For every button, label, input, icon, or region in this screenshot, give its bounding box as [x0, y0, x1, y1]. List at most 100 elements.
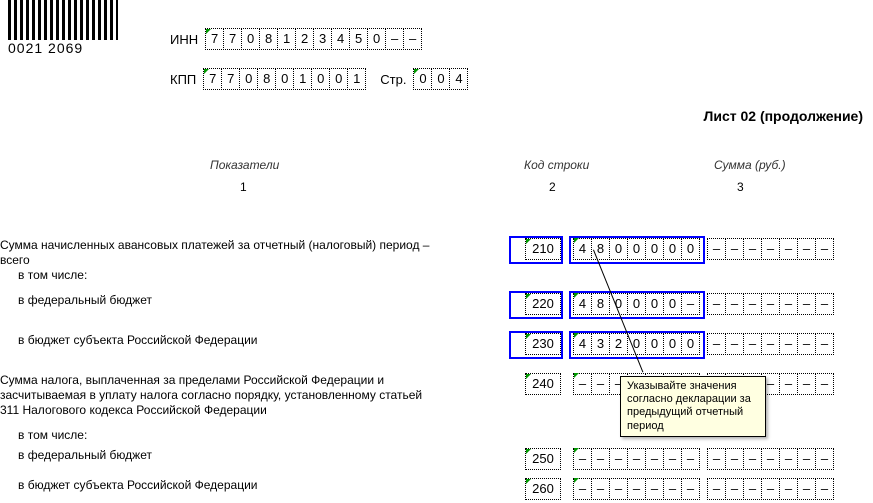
cell: –: [797, 333, 816, 355]
header-sum: Сумма (руб.): [714, 158, 786, 172]
cell: –: [743, 238, 762, 260]
cell: 7: [221, 68, 240, 90]
cell: –: [645, 448, 664, 470]
cell: 7: [203, 68, 222, 90]
cell: –: [725, 448, 744, 470]
cell: –: [573, 373, 592, 395]
row-label: Сумма налога, выплаченная за пределами Р…: [0, 373, 440, 418]
cell: –: [591, 373, 610, 395]
cell: –: [743, 478, 762, 500]
cell: –: [681, 448, 700, 470]
cell: –: [815, 448, 834, 470]
row-label: Сумма начисленных авансовых платежей за …: [0, 238, 440, 268]
cell: –: [797, 293, 816, 315]
page-cells: 004: [414, 68, 468, 90]
sheet-title: Лист 02 (продолжение): [704, 108, 863, 124]
cell: –: [815, 333, 834, 355]
cell: 1: [293, 68, 312, 90]
cell: 0: [275, 68, 294, 90]
sum-wrap: ––––––––––––––: [574, 448, 834, 470]
cell: –: [743, 448, 762, 470]
cell: –: [761, 478, 780, 500]
highlight-sum-210: [569, 236, 705, 264]
row-label: в бюджет субъекта Российской Федерации: [0, 333, 267, 348]
cell: 7: [223, 28, 242, 50]
cell: 3: [313, 28, 332, 50]
cell: –: [573, 478, 592, 500]
cell: 0: [413, 68, 432, 90]
cell: 0: [239, 68, 258, 90]
cell: –: [627, 448, 646, 470]
subheader-1: 1: [240, 180, 247, 194]
row-label: в бюджет субъекта Российской Федерации: [0, 478, 267, 493]
cell: –: [779, 333, 798, 355]
highlight-code-220: [509, 291, 563, 319]
cell: –: [645, 478, 664, 500]
cell: –: [681, 478, 700, 500]
cell: –: [743, 293, 762, 315]
cell: 0: [311, 68, 330, 90]
row-label: в том числе:: [0, 268, 97, 283]
cell: –: [725, 238, 744, 260]
cell: –: [761, 448, 780, 470]
header-indicators: Показатели: [210, 158, 279, 172]
cell: –: [761, 293, 780, 315]
header-code: Код строки: [524, 158, 589, 172]
cell: –: [797, 373, 816, 395]
cell: –: [663, 478, 682, 500]
barcode-image: [8, 0, 118, 40]
cell: 0: [367, 28, 386, 50]
cell: –: [797, 238, 816, 260]
subheader-2: 2: [549, 180, 556, 194]
cell: –: [609, 478, 628, 500]
cell: –: [743, 333, 762, 355]
subheader-3: 3: [737, 180, 744, 194]
cell: –: [403, 28, 422, 50]
cell: 2: [295, 28, 314, 50]
cell: –: [707, 448, 726, 470]
cell: 5: [349, 28, 368, 50]
cell: –: [779, 448, 798, 470]
cell: –: [761, 333, 780, 355]
cell: –: [797, 478, 816, 500]
line-code: 240: [525, 373, 561, 395]
cell: –: [573, 448, 592, 470]
cell: –: [591, 448, 610, 470]
cell: –: [663, 448, 682, 470]
cell: –: [385, 28, 404, 50]
barcode-block: 0021 2069: [8, 0, 118, 56]
row-label: в том числе:: [0, 428, 97, 443]
cell: 4: [331, 28, 350, 50]
kpp-label: КПП: [170, 72, 196, 87]
cell: –: [725, 333, 744, 355]
cell: –: [761, 238, 780, 260]
cell: –: [797, 448, 816, 470]
cell: –: [707, 238, 726, 260]
line-code: 250: [525, 448, 561, 470]
cell: –: [609, 448, 628, 470]
highlight-code-230: [509, 331, 563, 359]
cell: –: [815, 293, 834, 315]
cell: 8: [259, 28, 278, 50]
cell: –: [779, 478, 798, 500]
cell: 1: [277, 28, 296, 50]
row-label: в федеральный бюджет: [0, 448, 162, 463]
cell: –: [779, 238, 798, 260]
page-label: Стр.: [380, 72, 406, 87]
cell: 0: [241, 28, 260, 50]
inn-label: ИНН: [170, 32, 198, 47]
cell: –: [707, 333, 726, 355]
highlight-sum-230: [569, 331, 705, 359]
inn-cells: 7708123450––: [206, 28, 422, 50]
cell: –: [779, 373, 798, 395]
row-label: в федеральный бюджет: [0, 293, 162, 308]
kpp-cells: 770801001: [204, 68, 366, 90]
highlight-sum-220: [569, 291, 705, 319]
cell: 7: [205, 28, 224, 50]
cell: –: [707, 293, 726, 315]
cell: –: [627, 478, 646, 500]
cell: –: [779, 293, 798, 315]
cell: –: [707, 478, 726, 500]
tooltip: Указывайте значения согласно декларации …: [620, 376, 766, 437]
cell: 0: [329, 68, 348, 90]
